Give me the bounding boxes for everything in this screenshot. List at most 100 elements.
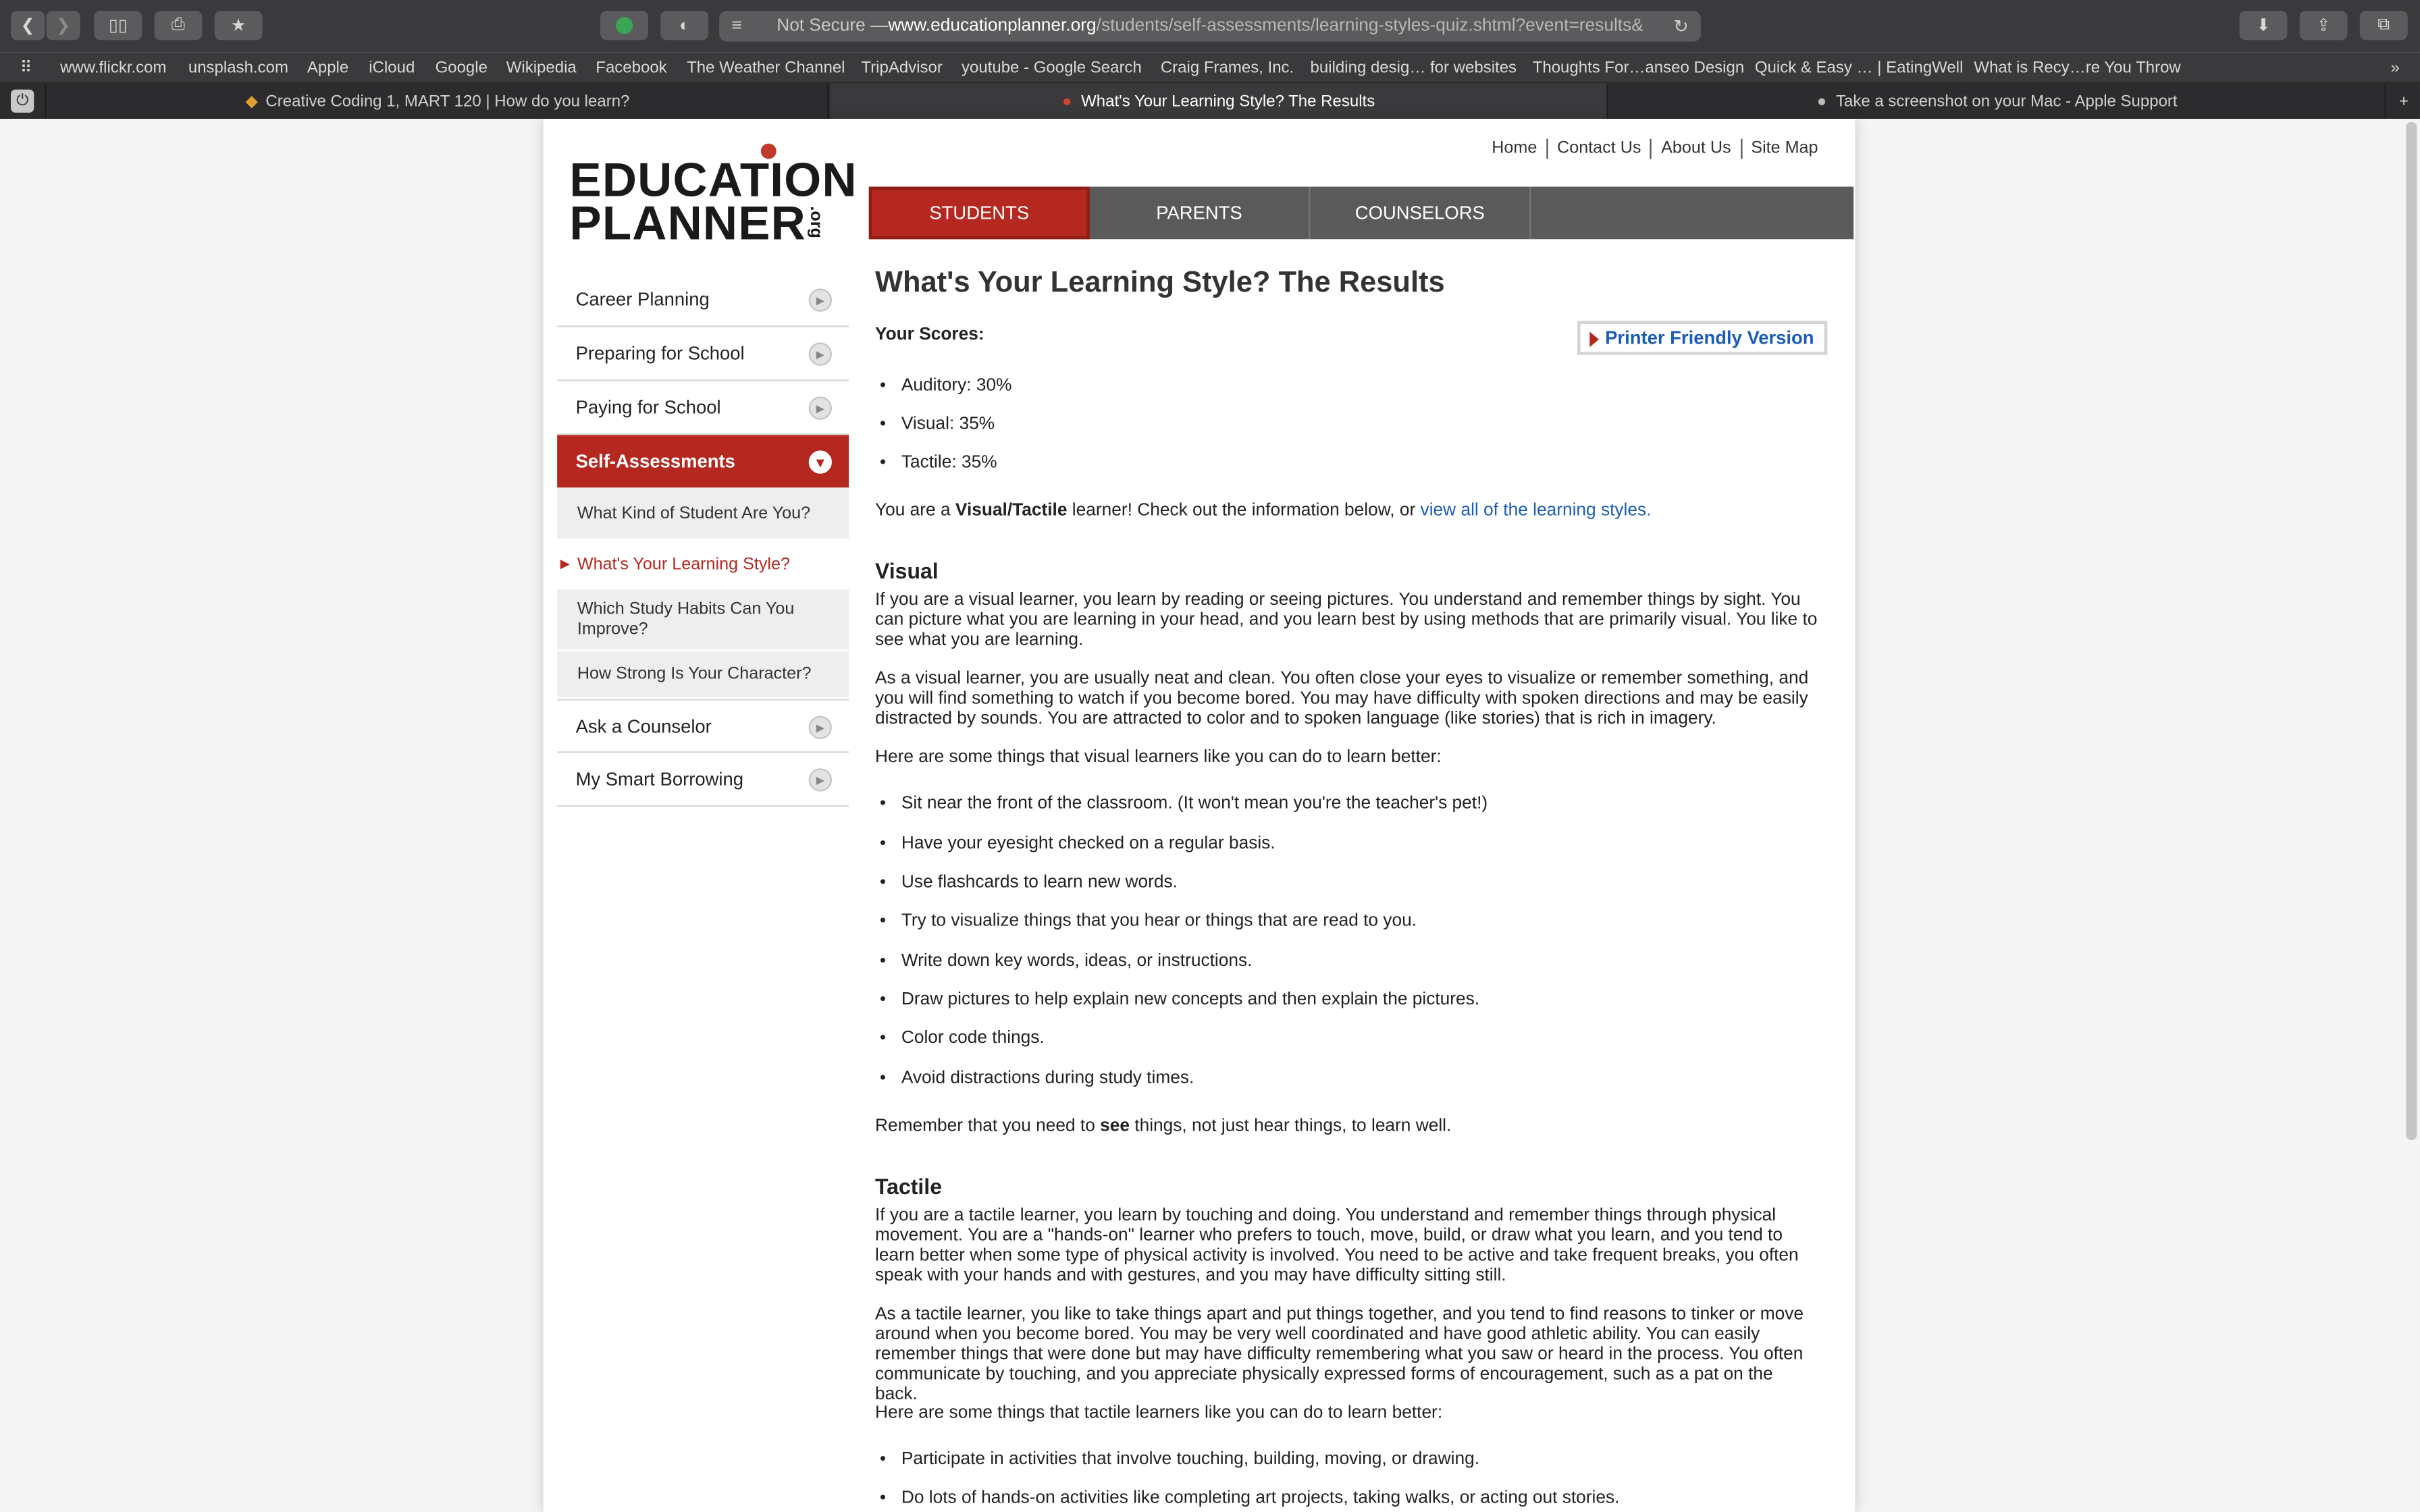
play-arrow-icon: ▶ (808, 716, 832, 739)
bookmark-item[interactable]: Google (436, 59, 488, 77)
score-item: Tactile: 35% (880, 454, 997, 474)
tab-apple-support[interactable]: ● Take a screenshot on your Mac - Apple S… (1610, 83, 2386, 119)
visual-tip: Have your eyesight checked on a regular … (880, 835, 1275, 855)
tab-creative-coding[interactable]: ◆ Creative Coding 1, MART 120 | How do yo… (48, 83, 829, 119)
bookmark-item[interactable]: iCloud (369, 59, 415, 77)
back-button[interactable]: ❮ (10, 10, 45, 40)
sidebar-item-paying-for-school[interactable]: Paying for School ▶ (557, 381, 849, 435)
tactile-paragraph-3: Here are some things that tactile learne… (874, 1403, 1443, 1423)
bookmark-item[interactable]: youtube - Google Search (962, 59, 1142, 77)
tactile-heading: Tactile (874, 1174, 942, 1199)
chevron-down-icon: ▼ (808, 450, 832, 474)
web-viewport: EDUCATION PLANNER .org Home Contact Us A… (0, 118, 2420, 1512)
visual-tip: Sit near the front of the classroom. (It… (880, 794, 1488, 815)
page-title: What's Your Learning Style? The Results (874, 267, 1445, 300)
bookmarks-bar: ⠿ www.flickr.com unsplash.com Apple iClo… (0, 52, 2420, 84)
tab-students[interactable]: STUDENTS (868, 186, 1090, 240)
bookmark-item[interactable]: What is Recy…re You Throw (1974, 59, 2180, 77)
bookmark-item[interactable]: Craig Frames, Inc. (1161, 59, 1294, 77)
page-container: EDUCATION PLANNER .org Home Contact Us A… (543, 118, 1856, 1512)
tab-parents[interactable]: PARENTS (1090, 186, 1311, 240)
url-domain: www.educationplanner.org (888, 17, 1097, 36)
main-content: What's Your Learning Style? The Results … (874, 267, 1828, 1509)
apple-logo-icon: ● (1816, 91, 1827, 111)
sidebar-item-smart-borrowing[interactable]: My Smart Borrowing ▶ (557, 753, 849, 807)
play-arrow-icon: ▶ (808, 288, 832, 312)
reader-icon[interactable]: ≡ (731, 17, 741, 35)
sidebar-subitem-learning-style[interactable]: What's Your Learning Style? (557, 539, 849, 590)
reload-icon[interactable]: ↻ (1674, 16, 1689, 36)
sidebar-subitem-study-habits[interactable]: Which Study Habits Can You Improve? (557, 589, 849, 651)
sidebar-item-preparing-for-school[interactable]: Preparing for School ▶ (557, 327, 849, 381)
sidebar-item-ask-a-counselor[interactable]: Ask a Counselor ▶ (557, 699, 849, 753)
main-nav: STUDENTS PARENTS COUNSELORS (868, 186, 1854, 240)
tactile-tip: Do lots of hands-on activities like comp… (880, 1489, 1620, 1509)
result-sentence: You are a Visual/Tactile learner! Check … (874, 501, 1652, 520)
sidebar-subitem-character[interactable]: How Strong Is Your Character? (557, 651, 849, 699)
visual-paragraph-2: As a visual learner, you are usually nea… (874, 669, 1809, 728)
visual-paragraph-1: If you are a visual learner, you learn b… (874, 591, 1818, 650)
visual-tip: Color code things. (880, 1029, 1045, 1050)
utility-nav: Home Contact Us About Us Site Map (1483, 138, 1828, 159)
site-map-link[interactable]: Site Map (1740, 138, 1827, 159)
bookmark-star-icon[interactable]: ★ (214, 10, 263, 40)
share-icon[interactable]: ⇪ (2299, 10, 2348, 40)
tactile-paragraph-1: If you are a tactile learner, you learn … (874, 1206, 1799, 1285)
bookmark-item[interactable]: building desig… for websites (1311, 59, 1517, 77)
visual-paragraph-3: Here are some things that visual learner… (874, 748, 1442, 767)
url-security-label: Not Secure — (777, 17, 889, 36)
privacy-shield-icon[interactable]: ◐ (660, 10, 709, 40)
sidebar-subitem-kind-of-student[interactable]: What Kind of Student Are You? (557, 487, 849, 540)
print-icon[interactable]: ⎙ (154, 10, 203, 40)
tactile-tip: Participate in activities that involve t… (880, 1451, 1479, 1471)
grid-icon[interactable]: ⠿ (20, 59, 32, 77)
visual-tip: Avoid distractions during study times. (880, 1069, 1194, 1089)
page-scrollbar[interactable] (2406, 122, 2417, 1141)
visual-heading: Visual (874, 558, 939, 583)
visual-tip: Draw pictures to help explain new concep… (880, 990, 1479, 1010)
play-arrow-icon: ▶ (808, 768, 832, 792)
new-tab-icon[interactable]: + (2388, 83, 2420, 119)
visual-tip: Try to visualize things that you hear or… (880, 912, 1417, 932)
bookmark-item[interactable]: unsplash.com (188, 59, 288, 77)
apple-logo-icon (760, 143, 777, 159)
sidebar-item-career-planning[interactable]: Career Planning ▶ (557, 273, 849, 327)
bookmark-item[interactable]: www.flickr.com (60, 59, 166, 77)
tab-bar: ⏻ ◆ Creative Coding 1, MART 120 | How do … (0, 83, 2420, 119)
downloads-icon[interactable]: ⬇ (2239, 10, 2288, 40)
bookmark-item[interactable]: The Weather Channel (687, 59, 845, 77)
forward-button[interactable]: ❯ (46, 10, 80, 40)
tab-learning-style[interactable]: ● What's Your Learning Style? The Results (830, 83, 1608, 119)
visual-tip: Write down key words, ideas, or instruct… (880, 952, 1253, 972)
tabs-overview-icon[interactable]: ⧉ (2359, 10, 2408, 40)
contact-us-link[interactable]: Contact Us (1546, 138, 1650, 159)
tactile-paragraph-2: As a tactile learner, you like to take t… (874, 1305, 1804, 1404)
tab-counselors[interactable]: COUNSELORS (1311, 186, 1531, 240)
view-all-styles-link[interactable]: view all of the learning styles. (1421, 502, 1652, 520)
power-icon[interactable]: ⏻ (0, 83, 47, 119)
address-bar[interactable]: ≡ Not Secure — www.educationplanner.org /… (719, 10, 1701, 42)
bookmark-item[interactable]: Apple (307, 59, 348, 77)
bookmark-item[interactable]: Facebook (596, 59, 666, 77)
bookmark-item[interactable]: Thoughts For…anseo Design (1533, 59, 1744, 77)
visual-remember: Remember that you need to see things, no… (874, 1116, 1452, 1136)
apple-favicon-icon: ● (1061, 91, 1072, 111)
sidebar-toggle-icon[interactable]: ▯▯ (94, 10, 142, 40)
play-arrow-icon: ▶ (808, 342, 832, 366)
bookmark-item[interactable]: TripAdvisor (861, 59, 942, 77)
colorful-favicon-icon: ◆ (245, 91, 258, 111)
url-path: /students/self-assessments/learning-styl… (1096, 17, 1643, 36)
visual-tip: Use flashcards to learn new words. (880, 873, 1178, 894)
sidebar-item-self-assessments[interactable]: Self-Assessments ▼ (557, 435, 849, 488)
scores-label: Your Scores: (874, 325, 984, 344)
score-item: Visual: 35% (880, 415, 995, 435)
home-link[interactable]: Home (1483, 139, 1546, 159)
more-bookmarks-icon[interactable]: » (2391, 59, 2400, 77)
bookmark-item[interactable]: Quick & Easy … | EatingWell (1755, 59, 1964, 77)
printer-friendly-button[interactable]: Printer Friendly Version (1577, 321, 1828, 355)
extension-icon[interactable] (600, 10, 648, 40)
about-us-link[interactable]: About Us (1650, 138, 1740, 159)
sidebar-nav: Career Planning ▶ Preparing for School ▶ P… (557, 273, 849, 807)
bookmark-item[interactable]: Wikipedia (506, 59, 577, 77)
education-planner-logo[interactable]: EDUCATION PLANNER .org (569, 143, 857, 250)
